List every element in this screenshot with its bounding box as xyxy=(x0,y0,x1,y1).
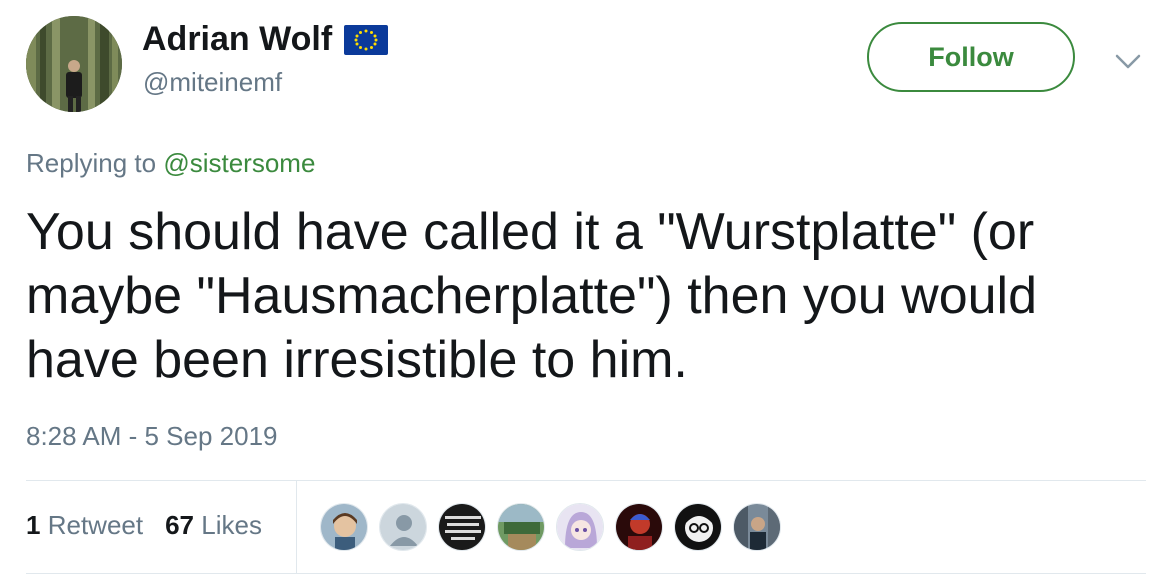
retweets-label: Retweet xyxy=(47,510,144,540)
stats-vertical-divider xyxy=(296,481,297,573)
tweet-text: You should have called it a "Wurstplatte… xyxy=(26,203,1038,389)
liker-avatar-street[interactable] xyxy=(733,503,781,551)
chevron-down-icon[interactable] xyxy=(1113,50,1143,72)
author-handle[interactable]: @miteinemf xyxy=(143,67,282,98)
liker-avatar-red[interactable] xyxy=(615,503,663,551)
likes-stat[interactable]: 67 Likes xyxy=(165,510,262,541)
liker-avatar-anime[interactable] xyxy=(556,503,604,551)
author-name[interactable]: Adrian Wolf xyxy=(142,20,332,59)
author-avatar[interactable] xyxy=(26,16,122,112)
reply-mention-link[interactable]: @sistersome xyxy=(163,148,315,178)
liker-avatar-text-sign[interactable] xyxy=(438,503,486,551)
replying-to-prefix: Replying to xyxy=(26,148,164,178)
retweets-count: 1 xyxy=(26,510,41,540)
tweet-stats: 1 Retweet 67 Likes xyxy=(26,510,262,541)
liker-avatar-cartoon[interactable] xyxy=(320,503,368,551)
divider-bottom xyxy=(26,573,1146,574)
retweets-stat[interactable]: 1 Retweet xyxy=(26,510,143,541)
divider-top xyxy=(26,480,1146,481)
likes-label: Likes xyxy=(201,510,262,540)
likes-count: 67 xyxy=(165,510,195,540)
author-display-name-row: Adrian Wolf xyxy=(142,20,389,59)
liker-avatars xyxy=(320,503,792,551)
liker-avatar-glasses[interactable] xyxy=(674,503,722,551)
liker-avatar-default[interactable] xyxy=(379,503,427,551)
replying-to-line: Replying to @sistersome xyxy=(26,148,315,179)
liker-avatar-field[interactable] xyxy=(497,503,545,551)
eu-flag-icon xyxy=(344,24,389,55)
tweet-timestamp[interactable]: 8:28 AM - 5 Sep 2019 xyxy=(26,421,278,452)
follow-button[interactable]: Follow xyxy=(867,22,1075,92)
